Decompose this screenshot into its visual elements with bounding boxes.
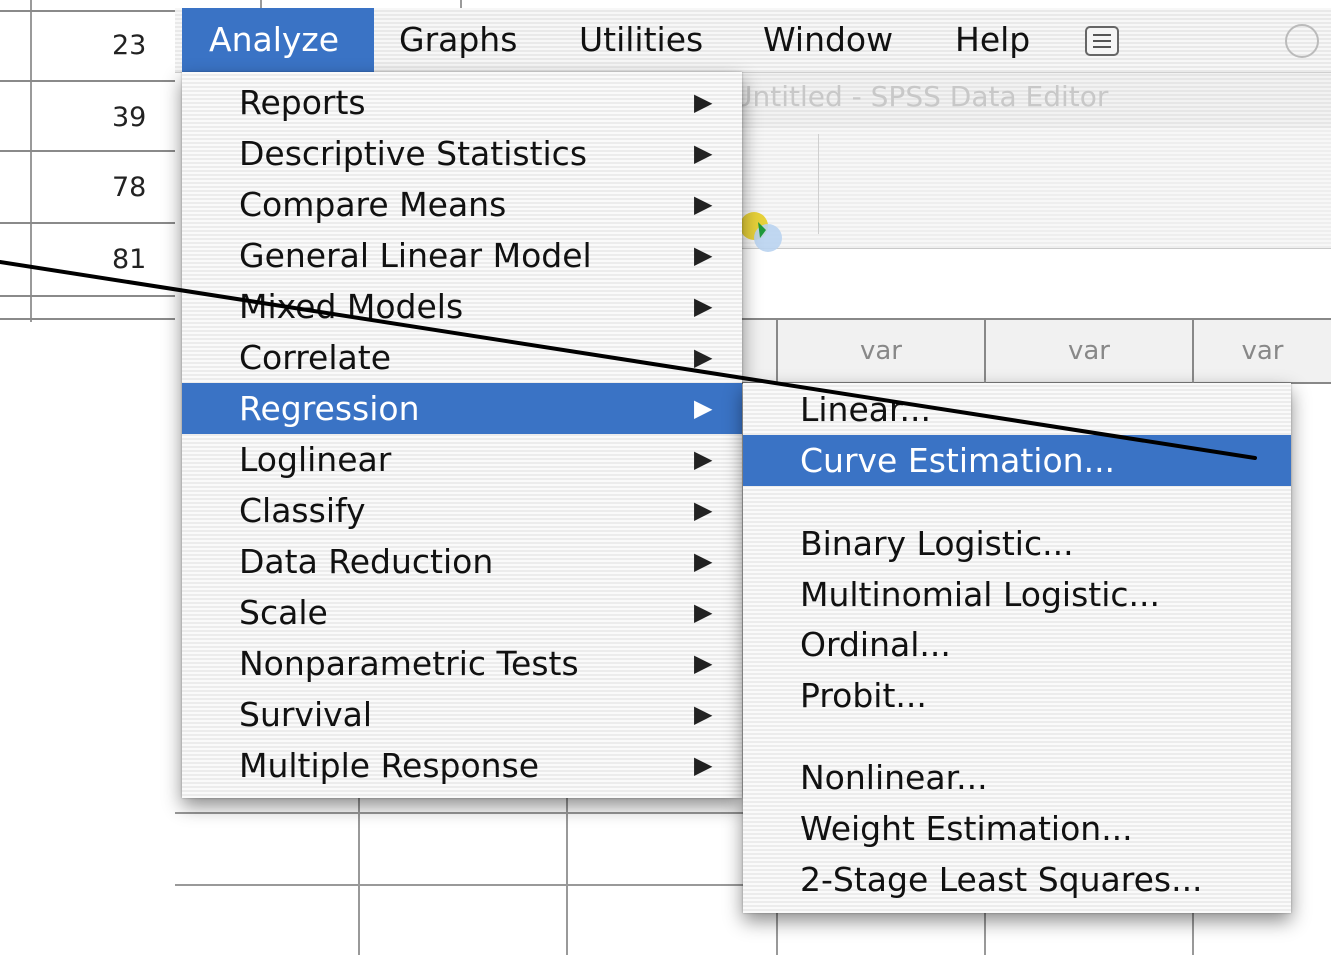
column-header[interactable]: var	[776, 320, 984, 382]
grid-row-line	[0, 80, 175, 82]
submenu-arrow-icon: ▶	[694, 598, 713, 626]
regression-submenu: Linear... Curve Estimation... Binary Log…	[743, 383, 1291, 913]
grid-row-line	[0, 10, 175, 12]
submenu-arrow-icon: ▶	[694, 394, 713, 422]
menu-item-general-linear-model[interactable]: General Linear Model ▶	[182, 230, 742, 281]
menu-item-descriptive-statistics[interactable]: Descriptive Statistics ▶	[182, 128, 742, 179]
submenu-item-label: Multinomial Logistic...	[800, 575, 1160, 614]
column-header[interactable]: var	[1192, 320, 1331, 382]
grid-row-line	[0, 295, 175, 297]
menu-item-label: Survival	[239, 695, 373, 734]
menu-item-mixed-models[interactable]: Mixed Models ▶	[182, 281, 742, 332]
column-header-row: var var var	[740, 318, 1331, 384]
submenu-arrow-icon: ▶	[694, 343, 713, 371]
grid-column-line	[358, 798, 360, 955]
menu-item-label: Correlate	[239, 338, 391, 377]
menu-item-label: Compare Means	[239, 185, 507, 224]
menu-item-label: Regression	[239, 389, 420, 428]
grid-row-line	[0, 222, 175, 224]
cell-value: 39	[112, 102, 147, 133]
menu-item-scale[interactable]: Scale ▶	[182, 587, 742, 638]
menu-item-label: Mixed Models	[239, 287, 464, 326]
submenu-item-label: Ordinal...	[800, 625, 951, 664]
menu-item-label: Scale	[239, 593, 328, 632]
submenu-arrow-icon: ▶	[694, 751, 713, 779]
grid-row-line	[0, 318, 175, 320]
submenu-item-label: Curve Estimation...	[800, 441, 1116, 480]
menu-help[interactable]: Help	[955, 8, 1030, 72]
grid-column-line	[566, 798, 568, 955]
menu-analyze[interactable]: Analyze	[182, 8, 374, 72]
editor-toolbar	[740, 128, 1331, 252]
column-header[interactable]: var	[984, 320, 1192, 382]
cell-value: 81	[112, 244, 147, 275]
menu-item-label: Classify	[239, 491, 366, 530]
editor-title: Untitled - SPSS Data Editor	[732, 80, 1109, 113]
grid-row-line	[175, 884, 745, 886]
toolbar-separator	[818, 134, 819, 234]
submenu-item-multinomial-logistic[interactable]: Multinomial Logistic...	[743, 569, 1291, 620]
submenu-item-linear[interactable]: Linear...	[743, 384, 1291, 435]
submenu-arrow-icon: ▶	[694, 139, 713, 167]
submenu-item-label: Probit...	[800, 676, 927, 715]
menu-item-correlate[interactable]: Correlate ▶	[182, 332, 742, 383]
venn-diagram-icon[interactable]	[740, 208, 790, 258]
menu-item-label: Multiple Response	[239, 746, 540, 785]
menu-item-label: Loglinear	[239, 440, 392, 479]
submenu-item-binary-logistic[interactable]: Binary Logistic...	[743, 518, 1291, 569]
menu-item-label: Data Reduction	[239, 542, 494, 581]
submenu-item-ordinal[interactable]: Ordinal...	[743, 619, 1291, 670]
scripts-menu-icon[interactable]	[1085, 26, 1119, 56]
analyze-menu: Reports ▶ Descriptive Statistics ▶ Compa…	[182, 72, 742, 798]
submenu-item-curve-estimation[interactable]: Curve Estimation...	[743, 435, 1291, 486]
submenu-item-nonlinear[interactable]: Nonlinear...	[743, 752, 1291, 803]
menu-item-label: General Linear Model	[239, 236, 592, 275]
menu-analyze-label: Analyze	[209, 20, 340, 59]
menu-item-nonparametric-tests[interactable]: Nonparametric Tests ▶	[182, 638, 742, 689]
submenu-arrow-icon: ▶	[694, 292, 713, 320]
submenu-arrow-icon: ▶	[694, 649, 713, 677]
spotlight-search-icon[interactable]	[1285, 24, 1319, 58]
submenu-arrow-icon: ▶	[694, 190, 713, 218]
menu-item-multiple-response[interactable]: Multiple Response ▶	[182, 740, 742, 791]
submenu-item-2-stage-least-squares[interactable]: 2-Stage Least Squares...	[743, 854, 1291, 905]
submenu-arrow-icon: ▶	[694, 496, 713, 524]
cell-value: 78	[112, 172, 147, 203]
menu-window[interactable]: Window	[763, 8, 893, 72]
submenu-item-label: Weight Estimation...	[800, 809, 1133, 848]
submenu-arrow-icon: ▶	[694, 700, 713, 728]
submenu-item-label: Nonlinear...	[800, 758, 988, 797]
submenu-item-label: Binary Logistic...	[800, 524, 1074, 563]
submenu-arrow-icon: ▶	[694, 88, 713, 116]
submenu-item-probit[interactable]: Probit...	[743, 670, 1291, 721]
menu-item-classify[interactable]: Classify ▶	[182, 485, 742, 536]
menu-item-survival[interactable]: Survival ▶	[182, 689, 742, 740]
submenu-arrow-icon: ▶	[694, 547, 713, 575]
submenu-item-label: 2-Stage Least Squares...	[800, 860, 1203, 899]
menu-item-reports[interactable]: Reports ▶	[182, 77, 742, 128]
cell-value: 23	[112, 30, 147, 61]
menu-item-label: Nonparametric Tests	[239, 644, 579, 683]
menu-item-data-reduction[interactable]: Data Reduction ▶	[182, 536, 742, 587]
submenu-arrow-icon: ▶	[694, 445, 713, 473]
menu-item-regression[interactable]: Regression ▶	[182, 383, 742, 434]
grid-column-line	[30, 0, 32, 322]
menu-item-loglinear[interactable]: Loglinear ▶	[182, 434, 742, 485]
menu-item-compare-means[interactable]: Compare Means ▶	[182, 179, 742, 230]
submenu-item-label: Linear...	[800, 390, 932, 429]
menu-item-label: Descriptive Statistics	[239, 134, 588, 173]
menu-bar: Analyze Graphs Utilities Window Help	[175, 8, 1331, 73]
submenu-arrow-icon: ▶	[694, 241, 713, 269]
menu-utilities[interactable]: Utilities	[579, 8, 703, 72]
submenu-item-weight-estimation[interactable]: Weight Estimation...	[743, 803, 1291, 854]
menu-item-label: Reports	[239, 83, 366, 122]
menu-graphs[interactable]: Graphs	[399, 8, 517, 72]
grid-row-line	[0, 150, 175, 152]
grid-row-line	[175, 812, 745, 814]
editor-title-bar: Untitled - SPSS Data Editor	[732, 72, 1331, 129]
